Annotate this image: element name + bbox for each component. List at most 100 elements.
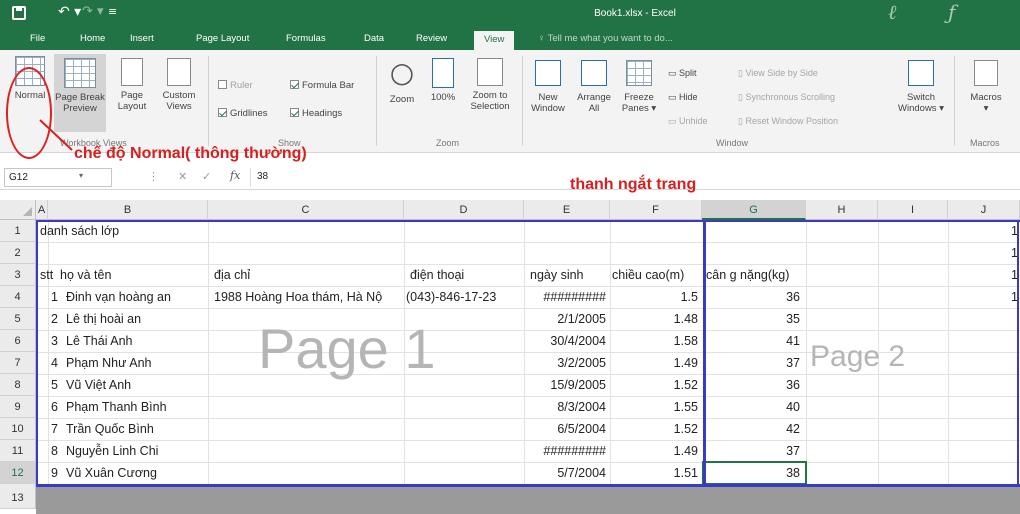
header-chieu-cao[interactable]: chiều cao(m) bbox=[612, 264, 702, 286]
cell-weight[interactable]: 40 bbox=[702, 396, 800, 418]
column-header-e[interactable]: E bbox=[524, 200, 610, 220]
worksheet[interactable]: A B C D E F G H I J 1 2 3 4 5 6 7 8 9 10… bbox=[0, 192, 1020, 514]
row-header-5[interactable]: 5 bbox=[0, 308, 36, 330]
row-header-3[interactable]: 3 bbox=[0, 264, 36, 286]
tab-file[interactable]: File bbox=[30, 33, 45, 44]
cell-birthdate[interactable]: 6/5/2004 bbox=[524, 418, 606, 440]
cell-name[interactable]: Đinh vạn hoàng an bbox=[66, 286, 171, 308]
arrange-all-button[interactable]: Arrange All bbox=[572, 60, 616, 114]
column-header-h[interactable]: H bbox=[806, 200, 878, 220]
cell-stt[interactable]: 9 bbox=[40, 462, 58, 484]
cell-stt[interactable]: 3 bbox=[40, 330, 58, 352]
cancel-icon[interactable]: ✕ bbox=[178, 170, 187, 183]
cell-height[interactable]: 1.52 bbox=[610, 374, 698, 396]
column-header-c[interactable]: C bbox=[208, 200, 404, 220]
tab-home[interactable]: Home bbox=[80, 33, 105, 44]
cell-height[interactable]: 1.49 bbox=[610, 440, 698, 462]
switch-windows-button[interactable]: Switch Windows ▾ bbox=[896, 60, 946, 114]
cell-name[interactable]: Nguyễn Linh Chi bbox=[66, 440, 158, 462]
column-header-j[interactable]: J bbox=[948, 200, 1020, 220]
column-header-i[interactable]: I bbox=[878, 200, 948, 220]
formula-bar-checkbox[interactable]: Formula Bar bbox=[290, 80, 354, 91]
cell-birthdate[interactable]: 3/2/2005 bbox=[524, 352, 606, 374]
headings-checkbox[interactable]: Headings bbox=[290, 108, 342, 119]
reset-window-position-button[interactable]: ▯ Reset Window Position bbox=[738, 116, 838, 127]
cell-birthdate[interactable]: 2/1/2005 bbox=[524, 308, 606, 330]
page-break-preview-button[interactable]: Page Break Preview bbox=[54, 54, 106, 132]
cell-birthdate[interactable]: 30/4/2004 bbox=[524, 330, 606, 352]
cell-name[interactable]: Vũ Xuân Cương bbox=[66, 462, 157, 484]
cell-birthdate[interactable]: 15/9/2005 bbox=[524, 374, 606, 396]
cell-height[interactable]: 1.5 bbox=[610, 286, 698, 308]
header-dien-thoai[interactable]: điện thoại bbox=[410, 264, 464, 286]
cell-address[interactable]: 1988 Hoàng Hoa thám, Hà Nộ bbox=[214, 286, 404, 308]
unhide-button[interactable]: ▭ Unhide bbox=[668, 116, 708, 127]
select-all-corner[interactable] bbox=[0, 200, 36, 220]
insert-function-icon[interactable]: fx bbox=[230, 169, 240, 182]
view-side-by-side-button[interactable]: ▯ View Side by Side bbox=[738, 68, 818, 79]
cell-height[interactable]: 1.51 bbox=[610, 462, 698, 484]
column-header-g[interactable]: G bbox=[702, 200, 806, 220]
row-header-13-overlay[interactable]: 13 bbox=[0, 487, 36, 509]
zoom-100-button[interactable]: 100% bbox=[426, 58, 460, 103]
page-break-right[interactable] bbox=[1017, 220, 1019, 486]
row-header-7[interactable]: 7 bbox=[0, 352, 36, 374]
column-header-a[interactable]: A bbox=[36, 200, 48, 220]
cell-stt[interactable]: 2 bbox=[40, 308, 58, 330]
cell-name[interactable]: Phạm Như Anh bbox=[66, 352, 152, 374]
hide-button[interactable]: ▭ Hide bbox=[668, 92, 698, 103]
tab-formulas[interactable]: Formulas bbox=[286, 33, 326, 44]
page-break-top[interactable] bbox=[36, 220, 1020, 222]
name-box[interactable]: G12 ▾ bbox=[4, 168, 112, 187]
cell-weight[interactable]: 36 bbox=[702, 286, 800, 308]
cell-height[interactable]: 1.58 bbox=[610, 330, 698, 352]
column-header-f[interactable]: F bbox=[610, 200, 702, 220]
tab-insert[interactable]: Insert bbox=[130, 33, 154, 44]
cell-j2[interactable]: 1 bbox=[980, 242, 1018, 264]
cell-stt[interactable]: 8 bbox=[40, 440, 58, 462]
cell-birthdate[interactable]: 5/7/2004 bbox=[524, 462, 606, 484]
cell-weight[interactable]: 37 bbox=[702, 440, 800, 462]
cell-height[interactable]: 1.48 bbox=[610, 308, 698, 330]
cell-weight[interactable]: 41 bbox=[702, 330, 800, 352]
header-can-nang[interactable]: cân g nặng(kg) bbox=[706, 264, 789, 286]
cell-birthdate[interactable]: 8/3/2004 bbox=[524, 396, 606, 418]
row-header-12[interactable]: 12 bbox=[0, 462, 36, 484]
cell-weight[interactable]: 36 bbox=[702, 374, 800, 396]
cell-name[interactable]: Trần Quốc Bình bbox=[66, 418, 154, 440]
enter-icon[interactable]: ✓ bbox=[202, 170, 211, 183]
cell-weight[interactable]: 37 bbox=[702, 352, 800, 374]
cell-name[interactable]: Lê Thái Anh bbox=[66, 330, 133, 352]
row-header-10[interactable]: 10 bbox=[0, 418, 36, 440]
custom-views-button[interactable]: Custom Views bbox=[156, 58, 202, 112]
page-layout-view-button[interactable]: Page Layout bbox=[112, 58, 152, 112]
page-break-left[interactable] bbox=[36, 220, 38, 486]
cell-height[interactable]: 1.55 bbox=[610, 396, 698, 418]
cell-stt[interactable]: 4 bbox=[40, 352, 58, 374]
tab-data[interactable]: Data bbox=[364, 33, 384, 44]
macros-button[interactable]: Macros ▾ bbox=[962, 60, 1010, 114]
row-header-11[interactable]: 11 bbox=[0, 440, 36, 462]
chevron-down-icon[interactable]: ▾ bbox=[79, 171, 83, 180]
header-dia-chi[interactable]: địa chỉ bbox=[214, 264, 250, 286]
cell-phone[interactable]: (043)-846-17-23 bbox=[406, 286, 496, 308]
tab-page-layout[interactable]: Page Layout bbox=[196, 33, 249, 44]
freeze-panes-button[interactable]: Freeze Panes ▾ bbox=[618, 60, 660, 114]
cell-birthdate[interactable]: ######### bbox=[524, 440, 606, 462]
cell-name[interactable]: Lê thị hoài an bbox=[66, 308, 141, 330]
gridlines-checkbox[interactable]: Gridlines bbox=[218, 108, 268, 119]
new-window-button[interactable]: New Window bbox=[528, 60, 568, 114]
row-header-2[interactable]: 2 bbox=[0, 242, 36, 264]
cell-weight[interactable]: 42 bbox=[702, 418, 800, 440]
cell-height[interactable]: 1.49 bbox=[610, 352, 698, 374]
cell-name[interactable]: Phạm Thanh Bình bbox=[66, 396, 167, 418]
tab-review[interactable]: Review bbox=[416, 33, 447, 44]
split-button[interactable]: ▭ Split bbox=[668, 68, 697, 79]
column-header-d[interactable]: D bbox=[404, 200, 524, 220]
page-break-vertical[interactable] bbox=[703, 220, 706, 486]
synchronous-scrolling-button[interactable]: ▯ Synchronous Scrolling bbox=[738, 92, 835, 103]
row-header-9[interactable]: 9 bbox=[0, 396, 36, 418]
column-header-b[interactable]: B bbox=[48, 200, 208, 220]
tab-view[interactable]: View bbox=[474, 31, 515, 50]
cell-height[interactable]: 1.52 bbox=[610, 418, 698, 440]
